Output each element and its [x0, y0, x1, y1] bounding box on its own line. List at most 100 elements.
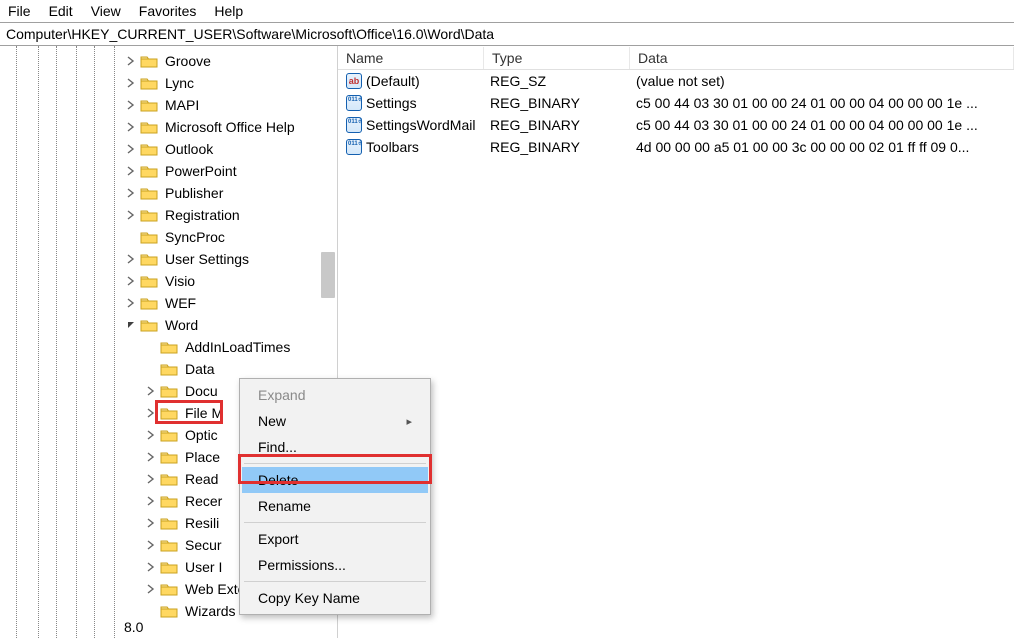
column-type[interactable]: Type [484, 47, 630, 69]
folder-icon [140, 229, 158, 245]
tree-item-label: User I [182, 558, 225, 576]
folder-icon [160, 581, 178, 597]
tree-item[interactable]: Visio [0, 270, 337, 292]
menu-favorites[interactable]: Favorites [139, 3, 197, 19]
tree-item[interactable]: Outlook [0, 138, 337, 160]
menu-bar: File Edit View Favorites Help [0, 0, 1014, 22]
expand-collapse-icon[interactable] [144, 386, 158, 396]
tree-item[interactable]: Groove [0, 50, 337, 72]
folder-icon [160, 383, 178, 399]
expand-collapse-icon[interactable] [144, 562, 158, 572]
tree-item[interactable]: Publisher [0, 182, 337, 204]
column-data[interactable]: Data [630, 47, 1014, 69]
folder-icon [160, 405, 178, 421]
expand-collapse-icon[interactable] [124, 56, 138, 66]
menu-separator [244, 463, 426, 464]
tree-item-label: Visio [162, 272, 198, 290]
expand-collapse-icon[interactable] [124, 320, 138, 330]
menu-view[interactable]: View [91, 3, 121, 19]
tree-item-label: Groove [162, 52, 214, 70]
expand-collapse-icon[interactable] [144, 540, 158, 550]
tree-item-label: Microsoft Office Help [162, 118, 298, 136]
folder-icon [140, 185, 158, 201]
value-type: REG_BINARY [484, 117, 630, 133]
menu-help[interactable]: Help [214, 3, 243, 19]
list-row[interactable]: SettingsWordMailREG_BINARYc5 00 44 03 30… [338, 114, 1014, 136]
expand-collapse-icon[interactable] [144, 496, 158, 506]
tree-item[interactable]: Lync [0, 72, 337, 94]
expand-collapse-icon[interactable] [124, 188, 138, 198]
folder-icon [160, 515, 178, 531]
value-name: Settings [366, 95, 417, 111]
tree-item[interactable]: Word [0, 314, 337, 336]
value-type: REG_BINARY [484, 139, 630, 155]
expand-collapse-icon[interactable] [124, 298, 138, 308]
menu-file[interactable]: File [8, 3, 31, 19]
context-menu-item[interactable]: New▸ [242, 408, 428, 434]
expand-collapse-icon[interactable] [124, 254, 138, 264]
expand-collapse-icon[interactable] [144, 518, 158, 528]
value-icon [344, 139, 364, 155]
tree-item[interactable]: PowerPoint [0, 160, 337, 182]
expand-collapse-icon[interactable] [124, 100, 138, 110]
column-name[interactable]: Name [338, 47, 484, 69]
tree-item[interactable]: Data [0, 358, 337, 380]
tree-item[interactable]: WEF [0, 292, 337, 314]
value-icon [344, 95, 364, 111]
expand-collapse-icon[interactable] [124, 210, 138, 220]
context-menu-item[interactable]: Copy Key Name [242, 585, 428, 611]
tree-item[interactable]: 8.0 [124, 616, 143, 638]
folder-icon [160, 361, 178, 377]
context-menu-item[interactable]: Export [242, 526, 428, 552]
expand-collapse-icon[interactable] [124, 166, 138, 176]
folder-icon [140, 251, 158, 267]
context-menu-item[interactable]: Find... [242, 434, 428, 460]
folder-icon [140, 317, 158, 333]
folder-icon [140, 53, 158, 69]
expand-collapse-icon[interactable] [144, 408, 158, 418]
context-menu-item[interactable]: Permissions... [242, 552, 428, 578]
folder-icon [140, 163, 158, 179]
folder-icon [160, 559, 178, 575]
folder-icon [160, 603, 178, 619]
tree-item-label: Place [182, 448, 223, 466]
address-bar[interactable]: Computer\HKEY_CURRENT_USER\Software\Micr… [0, 22, 1014, 46]
tree-item[interactable]: Microsoft Office Help [0, 116, 337, 138]
expand-collapse-icon[interactable] [124, 144, 138, 154]
context-menu-item[interactable]: Rename [242, 493, 428, 519]
value-data: (value not set) [630, 73, 1014, 89]
tree-item[interactable]: MAPI [0, 94, 337, 116]
expand-collapse-icon[interactable] [124, 122, 138, 132]
tree-item-label: Recer [182, 492, 225, 510]
folder-icon [140, 141, 158, 157]
expand-collapse-icon[interactable] [144, 584, 158, 594]
tree-item[interactable]: AddInLoadTimes [0, 336, 337, 358]
expand-collapse-icon[interactable] [124, 276, 138, 286]
folder-icon [160, 339, 178, 355]
tree-item-label: WEF [162, 294, 199, 312]
tree-item[interactable]: SyncProc [0, 226, 337, 248]
tree-item[interactable]: Registration [0, 204, 337, 226]
list-header: Name Type Data [338, 46, 1014, 70]
tree-item-label: Outlook [162, 140, 216, 158]
list-row[interactable]: SettingsREG_BINARYc5 00 44 03 30 01 00 0… [338, 92, 1014, 114]
value-type: REG_BINARY [484, 95, 630, 111]
list-row[interactable]: (Default)REG_SZ(value not set) [338, 70, 1014, 92]
tree-item-label: File M [182, 404, 226, 422]
context-menu-label: Find... [258, 439, 297, 455]
tree-item-label: Docu [182, 382, 221, 400]
expand-collapse-icon[interactable] [144, 430, 158, 440]
submenu-arrow-icon: ▸ [406, 415, 412, 428]
folder-icon [140, 295, 158, 311]
tree-item[interactable]: User Settings [0, 248, 337, 270]
expand-collapse-icon[interactable] [144, 452, 158, 462]
list-row[interactable]: ToolbarsREG_BINARY4d 00 00 00 a5 01 00 0… [338, 136, 1014, 158]
value-name: (Default) [366, 73, 420, 89]
tree-item-label: Word [162, 316, 201, 334]
tree-scrollbar-thumb[interactable] [321, 252, 335, 298]
tree-item-label: Optic [182, 426, 221, 444]
menu-edit[interactable]: Edit [49, 3, 73, 19]
context-menu-item[interactable]: Delete [242, 467, 428, 493]
expand-collapse-icon[interactable] [124, 78, 138, 88]
expand-collapse-icon[interactable] [144, 474, 158, 484]
